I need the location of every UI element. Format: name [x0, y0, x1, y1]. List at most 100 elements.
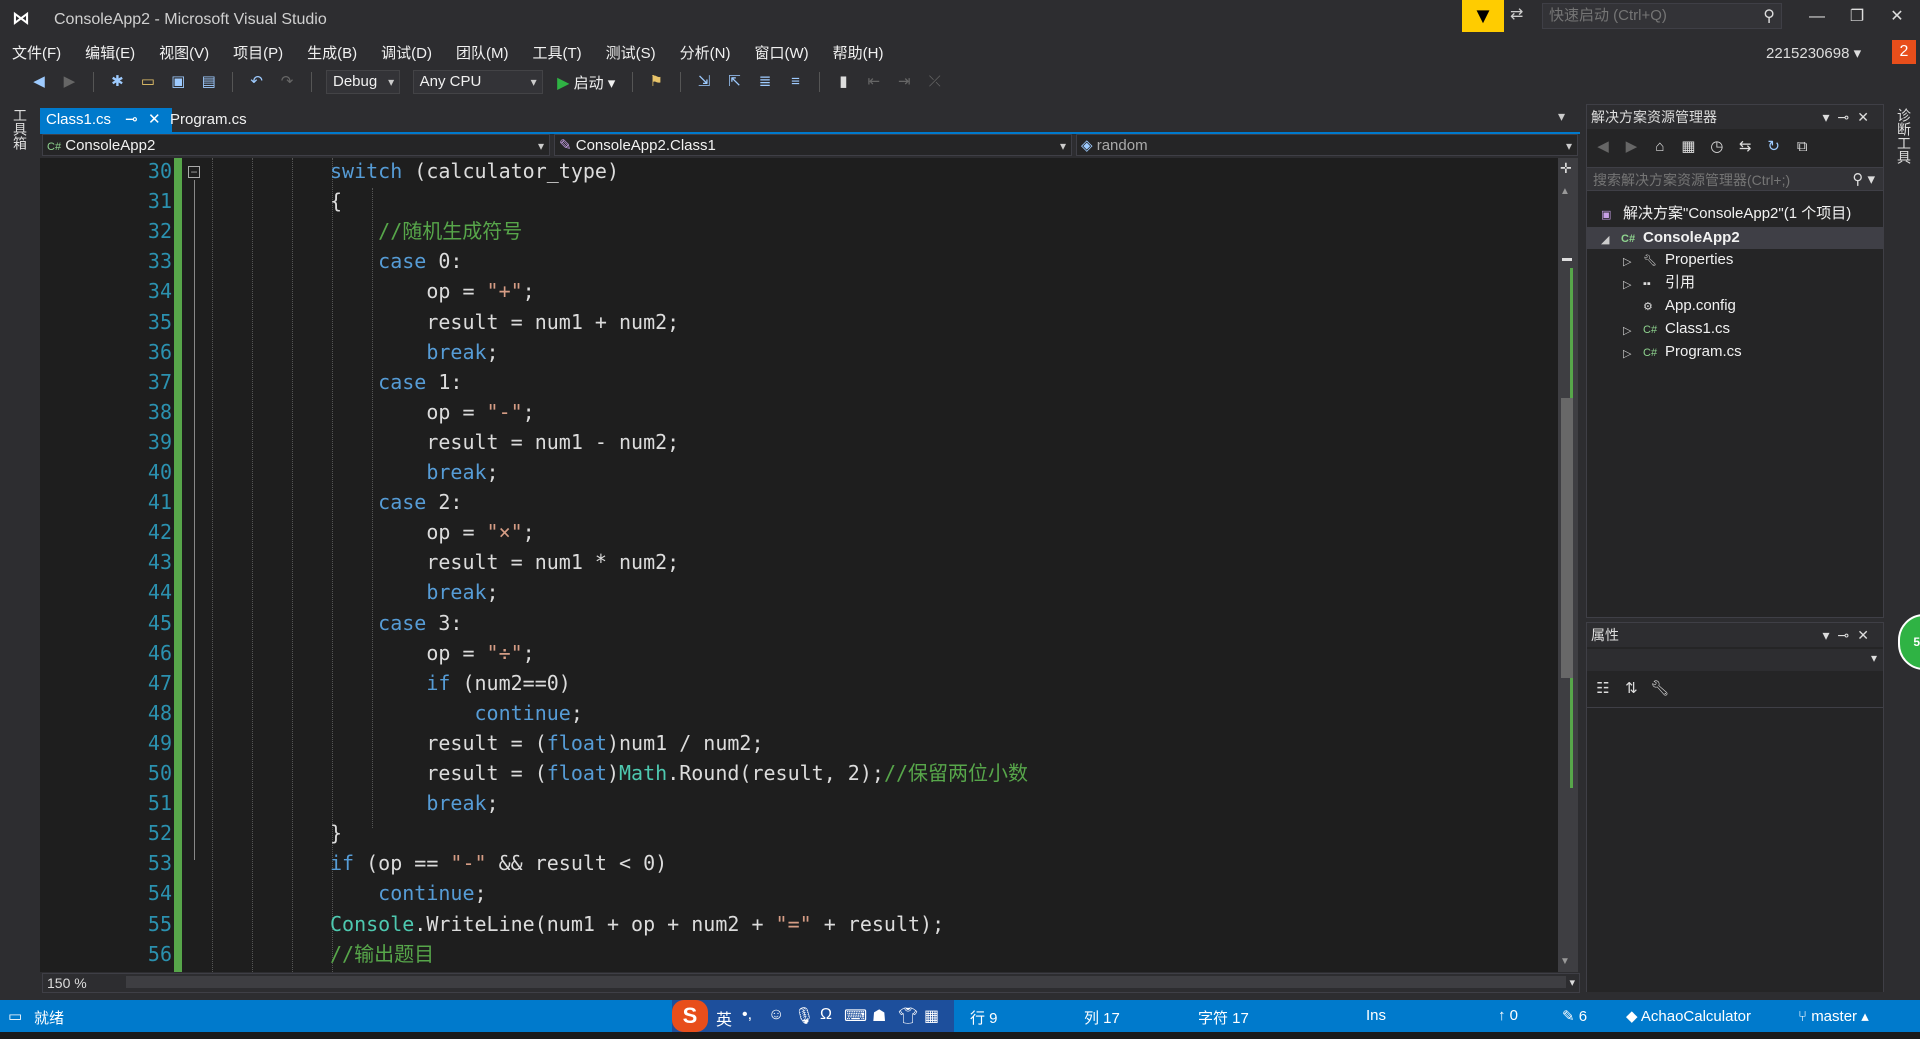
menu-team[interactable]: 团队(M) [444, 40, 521, 68]
tree-item-class1[interactable]: C# Class1.cs [1643, 318, 1730, 340]
feedback-filter-icon[interactable]: ▼ [1462, 0, 1504, 32]
search-icon[interactable]: ⚲ [1763, 6, 1775, 26]
expand-arrow-icon[interactable]: ▷ [1623, 278, 1631, 291]
user-icon[interactable]: ☗ [872, 1006, 886, 1026]
collapse-region-icon[interactable]: − [188, 166, 200, 178]
pending-changes-icon[interactable]: ◷ [1705, 137, 1729, 155]
ime-language-toggle[interactable]: 英 [716, 1006, 732, 1030]
code-line[interactable]: { [330, 186, 342, 216]
solution-config-dropdown[interactable]: Debug [325, 70, 401, 94]
clear-bookmarks-icon[interactable]: ⤫ [923, 70, 947, 94]
tree-project[interactable]: C# ConsoleApp2 [1621, 227, 1740, 249]
diagnostic-tools-tab[interactable]: 诊断工具 [1894, 108, 1914, 164]
properties-object-dropdown[interactable]: ▾ [1587, 649, 1883, 671]
close-panel-icon[interactable]: ✕ [1857, 627, 1877, 643]
close-window-button[interactable]: ✕ [1880, 4, 1914, 30]
panel-menu-icon[interactable]: ▾ [1823, 627, 1838, 643]
code-line[interactable]: result = (float)num1 / num2; [330, 728, 763, 758]
close-tab-icon[interactable]: ✕ [148, 111, 161, 128]
sync-icon[interactable]: ⇆ [1733, 137, 1757, 155]
menu-debug[interactable]: 调试(D) [369, 40, 444, 68]
code-editor[interactable]: 30 31 32 33 34 35 36 37 38 39 40 41 42 43 44 45 46 47 48 49… [40, 158, 1562, 972]
code-line[interactable]: continue; [330, 698, 583, 728]
pin-icon[interactable]: ⊸ [1838, 627, 1858, 643]
save-all-icon[interactable]: ▤ [197, 70, 221, 94]
menu-analyze[interactable]: 分析(N) [668, 40, 743, 68]
solution-search-box[interactable]: ⚲ ▾ [1587, 167, 1883, 191]
next-bookmark-icon[interactable]: ⇥ [892, 70, 916, 94]
expand-arrow-icon[interactable]: ▷ [1623, 255, 1631, 268]
menu-project[interactable]: 项目(P) [221, 40, 295, 68]
close-panel-icon[interactable]: ✕ [1857, 109, 1877, 125]
pin-icon[interactable]: ⊸ [1838, 109, 1858, 125]
solution-platform-dropdown[interactable]: Any CPU [412, 70, 543, 94]
code-line[interactable]: continue; [330, 878, 486, 908]
pin-icon[interactable]: ⊸ [125, 111, 138, 128]
keyboard-icon[interactable]: ⌨ [844, 1006, 867, 1026]
code-line[interactable]: break; [330, 577, 498, 607]
tree-item-app-config[interactable]: ⚙ App.config [1643, 295, 1736, 317]
code-line[interactable]: Console.WriteLine(num1 + op + num2 + "="… [330, 909, 944, 939]
code-line[interactable]: op = "÷"; [330, 638, 534, 668]
bookmark-icon[interactable]: ▮ [831, 70, 855, 94]
quick-launch-box[interactable]: ⚲ [1542, 3, 1782, 29]
tab-overflow-icon[interactable]: ▾ [1558, 108, 1565, 125]
collapse-all-icon[interactable]: ⧉ [1790, 138, 1814, 155]
microphone-icon[interactable]: 🎙︎ [794, 1006, 814, 1026]
toolbox-grid-icon[interactable]: ▦ [924, 1006, 939, 1026]
uncomment-icon[interactable]: ≡ [783, 70, 807, 94]
redo-icon[interactable]: ↷ [275, 70, 299, 94]
tree-item-properties[interactable]: 🔧︎ Properties [1643, 249, 1733, 271]
code-line[interactable]: op = "-"; [330, 397, 534, 427]
menu-file[interactable]: 文件(F) [0, 40, 73, 68]
code-line[interactable]: //随机生成符号 [330, 216, 522, 246]
skin-icon[interactable]: 👕︎ [898, 1006, 918, 1026]
expand-arrow-icon[interactable]: ▷ [1623, 347, 1631, 360]
code-line[interactable]: case 1: [330, 367, 462, 397]
code-line[interactable]: result = num1 * num2; [330, 547, 679, 577]
code-line[interactable]: case 0: [330, 246, 462, 276]
find-in-files-icon[interactable]: ⚑ [644, 70, 668, 94]
tree-item-references[interactable]: ▪▪ 引用 [1643, 272, 1695, 294]
start-debug-button[interactable]: ▶ 启动 ▾ [557, 72, 615, 93]
tree-solution[interactable]: ▣ 解决方案"ConsoleApp2"(1 个项目) [1601, 203, 1851, 225]
menu-help[interactable]: 帮助(H) [821, 40, 896, 68]
search-icon[interactable]: ⚲ ▾ [1852, 170, 1875, 188]
notification-badge[interactable]: 2 [1892, 40, 1916, 64]
code-line[interactable]: case 3: [330, 608, 462, 638]
scroll-thumb[interactable] [1561, 398, 1573, 678]
navigate-forward-icon[interactable]: ▶ [57, 70, 81, 94]
panel-menu-icon[interactable]: ▾ [1823, 109, 1838, 125]
quick-launch-input[interactable] [1547, 6, 1751, 25]
horizontal-scrollbar[interactable] [126, 976, 1566, 988]
expand-arrow-icon[interactable]: ▷ [1623, 324, 1631, 337]
code-line[interactable]: op = "×"; [330, 517, 534, 547]
restore-button[interactable]: ❐ [1840, 4, 1874, 30]
solution-explorer-title-bar[interactable]: 解决方案资源管理器 ▾⊸✕ [1587, 105, 1883, 129]
menu-view[interactable]: 视图(V) [147, 40, 221, 68]
code-line[interactable]: op = "+"; [330, 276, 534, 306]
property-pages-icon[interactable]: 🔧︎ [1648, 679, 1672, 697]
member-dropdown[interactable]: ◈ random [1076, 134, 1578, 157]
home-icon[interactable]: ⌂ [1648, 138, 1672, 155]
open-file-icon[interactable]: ▭ [136, 70, 160, 94]
repository-status[interactable]: ◆ AchaoCalculator [1626, 1007, 1751, 1025]
code-line[interactable]: //输出题目 [330, 939, 434, 969]
refresh-icon[interactable]: ↻ [1762, 137, 1786, 155]
class-dropdown[interactable]: ✎ ConsoleApp2.Class1 [554, 134, 1072, 157]
output-window-icon[interactable]: ▭ [8, 1007, 22, 1025]
back-icon[interactable]: ◀ [1591, 137, 1615, 155]
menu-test[interactable]: 测试(S) [594, 40, 668, 68]
code-line[interactable]: result = num1 - num2; [330, 427, 679, 457]
scroll-down-icon[interactable]: ▼ [1560, 956, 1570, 967]
new-project-icon[interactable]: ✱ [105, 70, 129, 94]
properties-title-bar[interactable]: 属性 ▾⊸✕ [1587, 623, 1883, 647]
live-share-icon[interactable]: ⇄ [1510, 4, 1534, 28]
navigate-back-icon[interactable]: ◀ [27, 70, 51, 94]
user-account[interactable]: 2215230698 ▾ [1766, 44, 1861, 62]
code-line[interactable]: result = (float)Math.Round(result, 2);//… [330, 758, 1028, 788]
tab-program-cs[interactable]: Program.cs [164, 108, 253, 132]
expand-arrow-icon[interactable]: ◢ [1601, 233, 1609, 246]
code-line[interactable]: } [330, 818, 342, 848]
project-dropdown[interactable]: C# ConsoleApp2 [42, 134, 550, 157]
